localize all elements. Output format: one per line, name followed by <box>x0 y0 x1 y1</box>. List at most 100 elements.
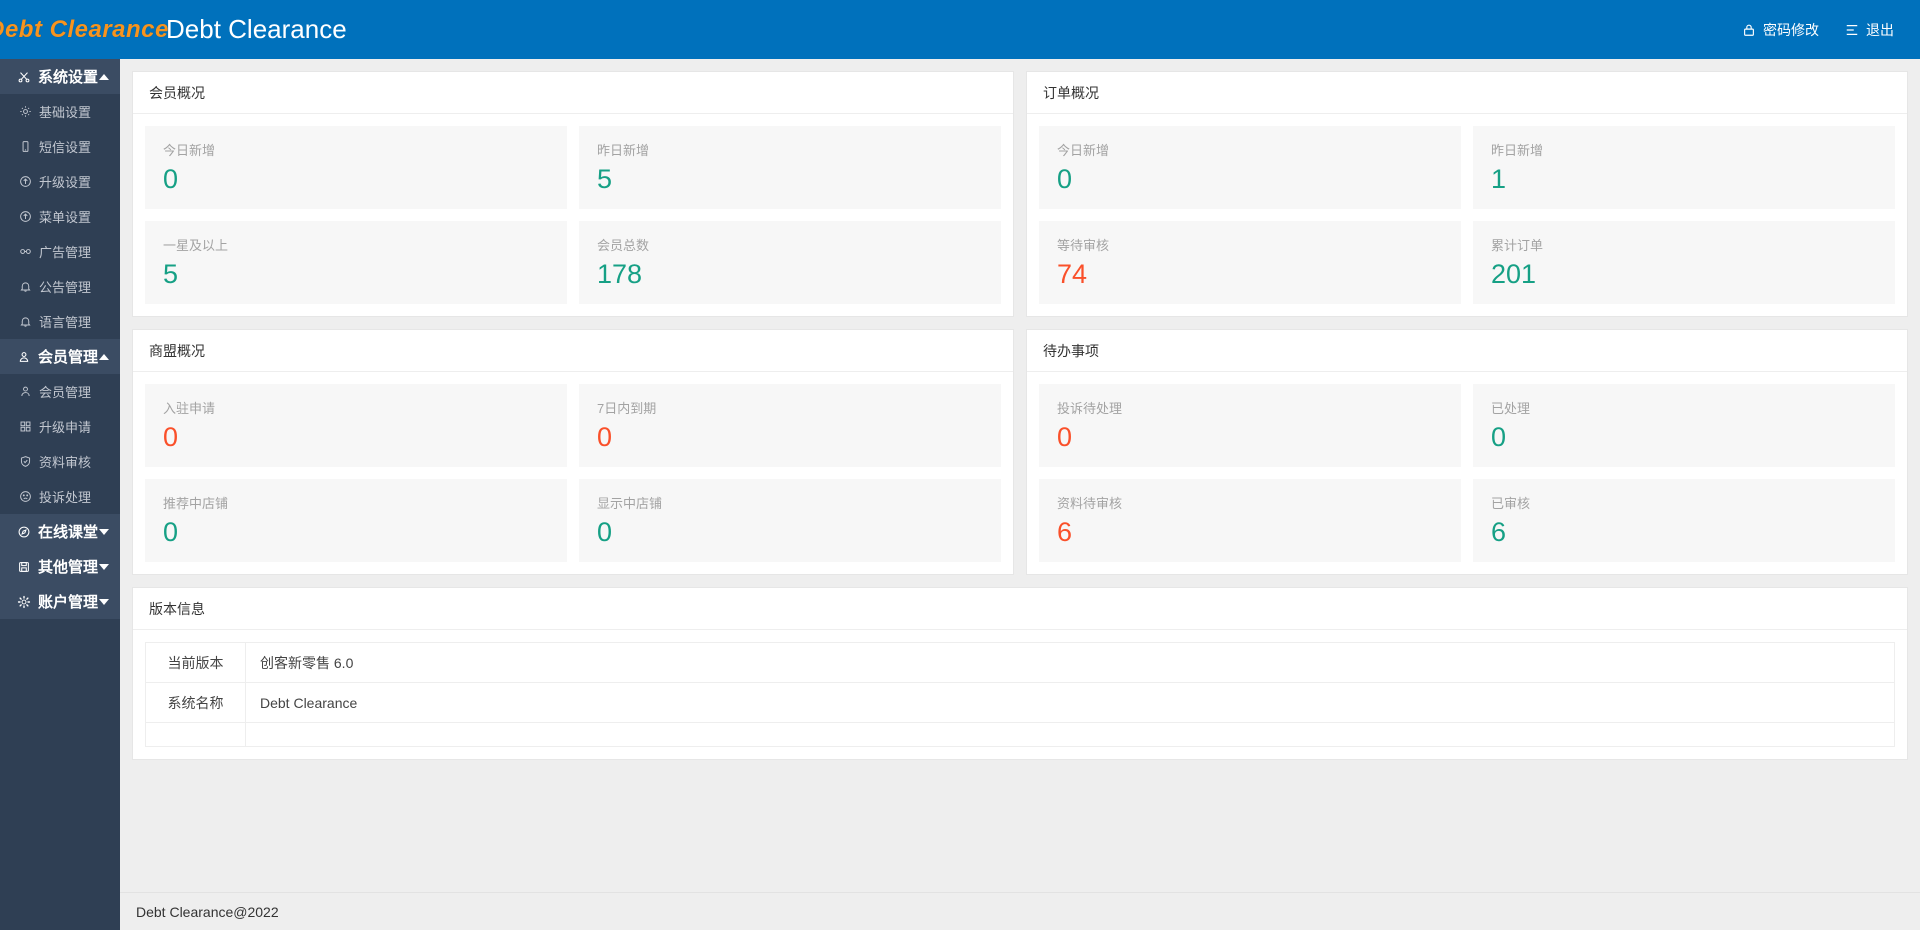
logout-link[interactable]: 退出 <box>1845 20 1894 40</box>
table-row: 系统名称 Debt Clearance <box>145 682 1895 723</box>
stat-box[interactable]: 等待审核 74 <box>1039 221 1461 304</box>
sidebar-item-upgrade-settings[interactable]: 升级设置 <box>0 164 120 199</box>
header-actions: 密码修改 退出 <box>1742 20 1920 40</box>
stat-label: 7日内到期 <box>597 401 657 416</box>
page-title: Debt Clearance <box>166 14 347 44</box>
stat-value: 0 <box>597 517 613 547</box>
stat-box[interactable]: 7日内到期 0 <box>579 384 1001 467</box>
stat-grid: 投诉待处理 0 已处理 0 资料待审核 6 已审核 6 <box>1039 384 1895 562</box>
gear-icon <box>16 595 32 609</box>
brand-logo[interactable]: Debt Clearance <box>0 0 168 59</box>
sidebar-group-label: 在线课堂 <box>38 524 99 541</box>
stat-value: 5 <box>163 259 179 289</box>
stat-box[interactable]: 今日新增 0 <box>1039 126 1461 209</box>
stat-value: 6 <box>1057 517 1073 547</box>
arrow-up-circle-icon <box>18 210 33 223</box>
card-title: 待办事项 <box>1027 330 1907 372</box>
sidebar-item-label: 广告管理 <box>39 245 92 260</box>
stat-label: 昨日新增 <box>597 143 650 158</box>
stat-label: 入驻申请 <box>163 401 216 416</box>
stat-value: 201 <box>1491 259 1537 289</box>
sidebar-item-ad-management[interactable]: 广告管理 <box>0 234 120 269</box>
stat-box[interactable]: 昨日新增 1 <box>1473 126 1895 209</box>
stat-label: 显示中店铺 <box>597 496 663 511</box>
footer-text: Debt Clearance@2022 <box>136 903 279 920</box>
sidebar-item-sms-settings[interactable]: 短信设置 <box>0 129 120 164</box>
order-overview-card: 订单概况 今日新增 0 昨日新增 1 等待审核 74 累计订单 201 <box>1026 71 1908 317</box>
sidebar-item-basic-settings[interactable]: 基础设置 <box>0 94 120 129</box>
stat-box[interactable]: 入驻申请 0 <box>145 384 567 467</box>
stat-box[interactable]: 已审核 6 <box>1473 479 1895 562</box>
stat-box[interactable]: 一星及以上 5 <box>145 221 567 304</box>
sidebar-group-online-classroom[interactable]: 在线课堂 <box>0 514 120 549</box>
main-content: 会员概况 今日新增 0 昨日新增 5 一星及以上 5 会员总数 178 订单概况… <box>120 59 1920 930</box>
stat-value: 178 <box>597 259 643 289</box>
sidebar-item-label: 升级申请 <box>39 420 92 435</box>
sidebar-item-label: 公告管理 <box>39 280 92 295</box>
chevron-down-icon <box>99 528 109 535</box>
stat-label: 会员总数 <box>597 238 650 253</box>
stat-box[interactable]: 昨日新增 5 <box>579 126 1001 209</box>
stat-grid: 今日新增 0 昨日新增 1 等待审核 74 累计订单 201 <box>1039 126 1895 304</box>
sidebar-group-system-settings[interactable]: 系统设置 <box>0 59 120 94</box>
table-cell-key <box>145 722 246 747</box>
stat-value: 0 <box>1491 422 1507 452</box>
sidebar-item-label: 投诉处理 <box>39 490 92 505</box>
stat-label: 资料待审核 <box>1057 496 1123 511</box>
sidebar-item-label: 升级设置 <box>39 175 92 190</box>
sidebar-group-label: 账户管理 <box>38 594 99 611</box>
gear-icon <box>18 105 33 118</box>
compass-icon <box>16 525 32 539</box>
sidebar-item-menu-settings[interactable]: 菜单设置 <box>0 199 120 234</box>
stat-value: 1 <box>1491 164 1507 194</box>
bell-icon <box>18 280 33 293</box>
sidebar-group-label: 系统设置 <box>38 69 99 86</box>
table-cell-key: 系统名称 <box>145 682 246 723</box>
sidebar-item-upgrade-application[interactable]: 升级申请 <box>0 409 120 444</box>
card-title: 商盟概况 <box>133 330 1013 372</box>
stat-box[interactable]: 今日新增 0 <box>145 126 567 209</box>
stat-box[interactable]: 累计订单 201 <box>1473 221 1895 304</box>
logout-label: 退出 <box>1866 21 1894 38</box>
stat-label: 投诉待处理 <box>1057 401 1123 416</box>
stat-label: 昨日新增 <box>1491 143 1544 158</box>
sidebar-item-label: 短信设置 <box>39 140 92 155</box>
sidebar-group-member-management[interactable]: 会员管理 <box>0 339 120 374</box>
arrow-up-circle-icon <box>18 175 33 188</box>
sidebar-item-member-management[interactable]: 会员管理 <box>0 374 120 409</box>
card-title: 版本信息 <box>133 588 1907 630</box>
stat-box[interactable]: 会员总数 178 <box>579 221 1001 304</box>
table-cell-key: 当前版本 <box>145 642 246 683</box>
table-row-empty <box>145 722 1895 747</box>
overview-row-2: 商盟概况 入驻申请 0 7日内到期 0 推荐中店铺 0 显示中店铺 0 待办事项… <box>132 329 1908 587</box>
sidebar-item-announcement-management[interactable]: 公告管理 <box>0 269 120 304</box>
save-icon <box>16 560 32 574</box>
stat-box[interactable]: 资料待审核 6 <box>1039 479 1461 562</box>
footer: Debt Clearance@2022 <box>120 892 1920 930</box>
card-title: 订单概况 <box>1027 72 1907 114</box>
stat-box[interactable]: 投诉待处理 0 <box>1039 384 1461 467</box>
sidebar-item-label: 基础设置 <box>39 105 92 120</box>
stat-label: 已审核 <box>1491 496 1531 511</box>
sidebar-item-complaint-handling[interactable]: 投诉处理 <box>0 479 120 514</box>
brand-name: Debt Clearance <box>0 15 169 43</box>
sidebar-item-language-management[interactable]: 语言管理 <box>0 304 120 339</box>
todo-card: 待办事项 投诉待处理 0 已处理 0 资料待审核 6 已审核 6 <box>1026 329 1908 575</box>
sidebar-item-profile-review[interactable]: 资料审核 <box>0 444 120 479</box>
stat-box[interactable]: 已处理 0 <box>1473 384 1895 467</box>
stat-box[interactable]: 推荐中店铺 0 <box>145 479 567 562</box>
table-row: 当前版本 创客新零售 6.0 <box>145 642 1895 683</box>
sidebar-group-account-management[interactable]: 账户管理 <box>0 584 120 619</box>
mobile-icon <box>18 140 33 153</box>
user-badge-icon <box>16 350 32 364</box>
sidebar-item-label: 菜单设置 <box>39 210 92 225</box>
sidebar-group-other-management[interactable]: 其他管理 <box>0 549 120 584</box>
sidebar-group-label: 其他管理 <box>38 559 99 576</box>
change-password-link[interactable]: 密码修改 <box>1742 20 1819 40</box>
stat-label: 一星及以上 <box>163 238 229 253</box>
stat-label: 推荐中店铺 <box>163 496 229 511</box>
chevron-up-icon <box>99 353 109 360</box>
stat-box[interactable]: 显示中店铺 0 <box>579 479 1001 562</box>
top-header: Debt Clearance Debt Clearance 密码修改 退出 <box>0 0 1920 59</box>
stat-value: 6 <box>1491 517 1507 547</box>
